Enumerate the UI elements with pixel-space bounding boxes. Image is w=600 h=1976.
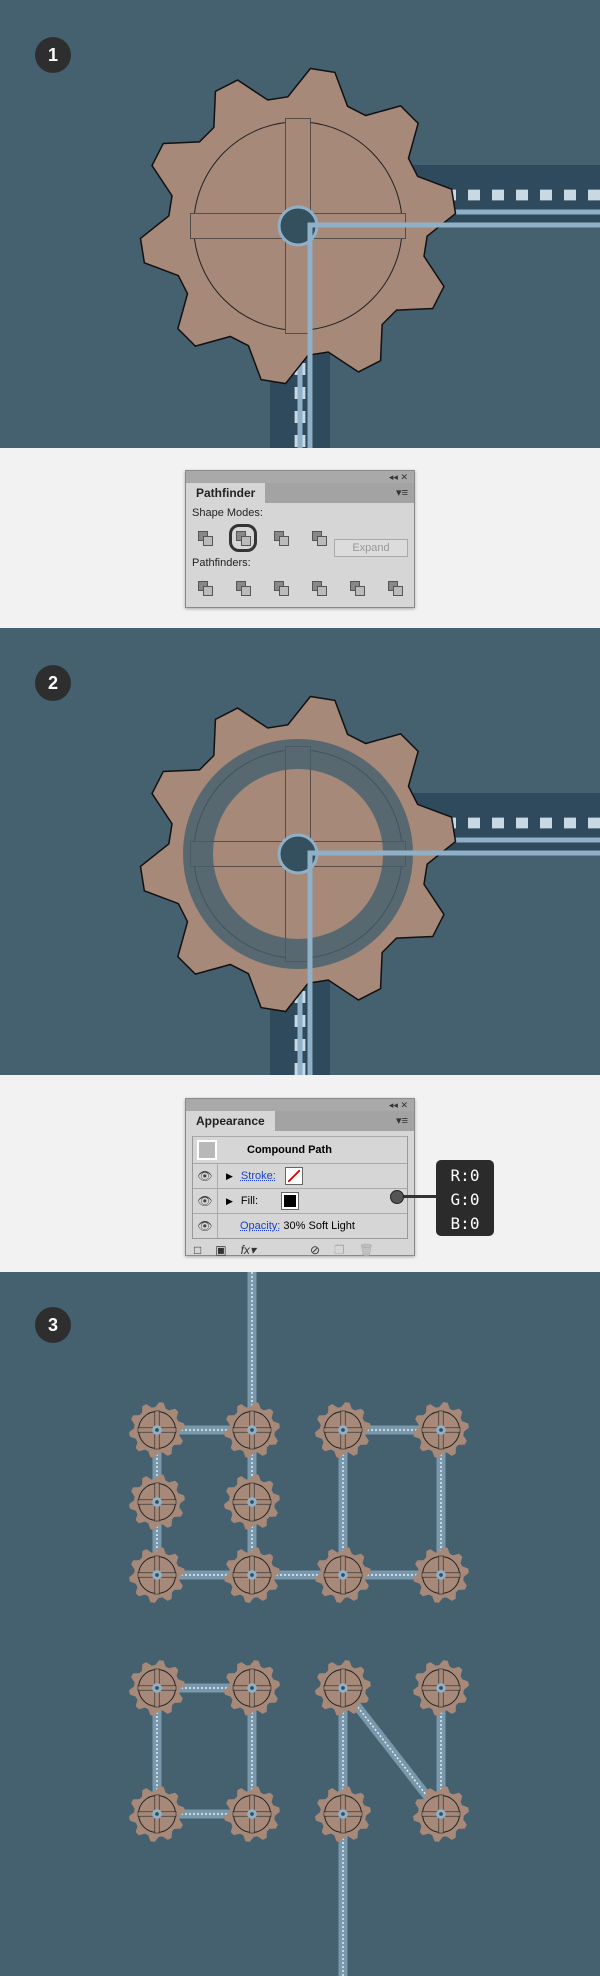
minus-front-icon[interactable]: [229, 524, 257, 552]
callout-dot: [390, 1190, 404, 1204]
object-type: Compound Path: [247, 1144, 332, 1156]
intersect-icon[interactable]: [274, 531, 289, 546]
crop-icon[interactable]: [312, 581, 327, 596]
gear-hub: [247, 1683, 257, 1693]
step-badge: 1: [35, 37, 71, 73]
exclude-icon[interactable]: [312, 531, 327, 546]
panel-menu-icon[interactable]: ▾≡: [396, 1114, 408, 1127]
unite-icon[interactable]: [198, 531, 213, 546]
gear-hub: [152, 1425, 162, 1435]
gear-hub: [436, 1683, 446, 1693]
stroke-link[interactable]: Stroke:: [241, 1170, 276, 1182]
appearance-panel: ◂◂ ✕ Appearance ▾≡ Compound Path 👁 ▶ Stroke…: [185, 1098, 415, 1257]
gear-hub: [338, 1809, 348, 1819]
opacity-value: 30% Soft Light: [283, 1220, 355, 1232]
opacity-link[interactable]: Opacity:: [240, 1220, 280, 1232]
clear-appearance-icon[interactable]: ⊘: [310, 1243, 320, 1257]
new-fill-icon[interactable]: ▣: [215, 1243, 226, 1257]
fx-icon[interactable]: fx▾: [241, 1243, 256, 1257]
step-badge: 3: [35, 1307, 71, 1343]
trim-icon[interactable]: [236, 581, 251, 596]
gear-hub: [436, 1570, 446, 1580]
gear-hub: [338, 1570, 348, 1580]
step1-canvas: 1: [0, 0, 600, 448]
step-badge: 2: [35, 665, 71, 701]
delete-icon[interactable]: 🗑: [359, 1243, 374, 1257]
step3-canvas: 3: [0, 1272, 600, 1976]
gear-hub: [436, 1425, 446, 1435]
object-thumbnail: [197, 1140, 217, 1160]
gear-hub: [247, 1570, 257, 1580]
step2-canvas: 2: [0, 628, 600, 1075]
gear-hub: [436, 1809, 446, 1819]
duplicate-icon[interactable]: ❐: [334, 1243, 345, 1257]
outline-icon[interactable]: [350, 581, 365, 596]
fill-label: Fill:: [240, 1195, 259, 1207]
gear-hub: [152, 1683, 162, 1693]
gear-hub: [152, 1497, 162, 1507]
gear-hub: [247, 1809, 257, 1819]
gear-hub: [338, 1683, 348, 1693]
divide-icon[interactable]: [198, 581, 213, 596]
stroke-swatch[interactable]: [284, 1167, 303, 1185]
gear-hub: [338, 1425, 348, 1435]
expand-arrow-icon[interactable]: ▶: [226, 1196, 233, 1207]
gear-hub: [152, 1570, 162, 1580]
expand-button[interactable]: Expand: [334, 539, 408, 557]
visibility-eye-icon[interactable]: 👁: [193, 1214, 218, 1238]
gear-hub: [152, 1809, 162, 1819]
pathfinder-panel: ◂◂ ✕ Pathfinder ▾≡ Shape Modes: Expand Pa…: [185, 470, 415, 608]
fill-swatch[interactable]: [281, 1192, 300, 1210]
green-value: G:0: [450, 1190, 480, 1209]
visibility-eye-icon[interactable]: 👁: [193, 1189, 218, 1213]
merge-icon[interactable]: [274, 581, 289, 596]
expand-arrow-icon[interactable]: ▶: [226, 1171, 233, 1182]
red-value: R:0: [450, 1166, 480, 1185]
visibility-eye-icon[interactable]: 👁: [193, 1164, 218, 1188]
close-icon[interactable]: ✕: [400, 472, 408, 482]
panel-menu-icon[interactable]: ▾≡: [396, 486, 408, 499]
minus-back-icon[interactable]: [388, 581, 403, 596]
collapse-icon[interactable]: ◂◂: [389, 1100, 398, 1110]
shape-modes-label: Shape Modes:: [192, 507, 263, 519]
tab-appearance[interactable]: Appearance: [186, 1111, 275, 1132]
tab-pathfinder[interactable]: Pathfinder: [186, 483, 266, 504]
gear-hub: [247, 1497, 257, 1507]
new-stroke-icon[interactable]: □: [194, 1243, 201, 1257]
blue-value: B:0: [450, 1214, 480, 1233]
close-icon[interactable]: ✕: [400, 1100, 408, 1110]
gear-hub: [247, 1425, 257, 1435]
rgb-callout: R:0 G:0 B:0: [436, 1160, 494, 1236]
collapse-icon[interactable]: ◂◂: [389, 472, 398, 482]
